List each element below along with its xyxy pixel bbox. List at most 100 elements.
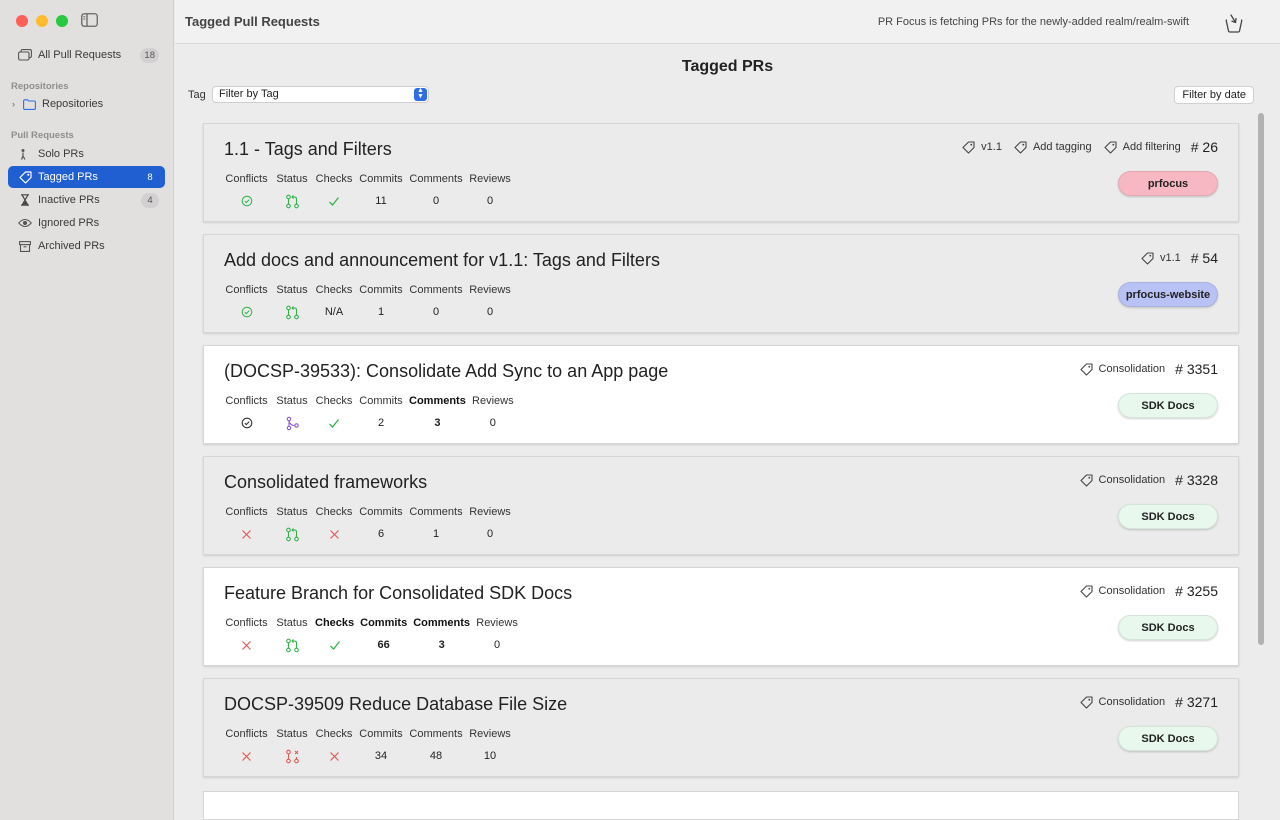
- sidebar-item-repositories[interactable]: › Repositories: [8, 93, 165, 115]
- pr-stats: Conflicts Status Checks Commits 2 Comments 3 Re…: [224, 395, 520, 430]
- stat-conflicts: Conflicts: [224, 617, 269, 652]
- pr-card[interactable]: [203, 791, 1239, 820]
- commits-value: 6: [377, 528, 385, 540]
- pr-tags: Consolidation # 3271: [1068, 694, 1218, 710]
- commits-header: Commits: [359, 395, 403, 407]
- tag-label: Consolidation: [1098, 474, 1166, 486]
- check-circle-icon: [241, 417, 252, 429]
- x-mark-icon: [242, 751, 251, 761]
- pr-stats: Conflicts Status Checks Commits 11 Comments 0 R…: [224, 173, 517, 208]
- sidebar-item-all-pull-requests[interactable]: All Pull Requests 18: [8, 44, 165, 66]
- stat-comments: Comments 48: [409, 728, 463, 763]
- commits-value: 1: [377, 306, 385, 318]
- commits-value: 11: [375, 195, 387, 207]
- zoom-window-button[interactable]: [56, 15, 68, 27]
- tag-chip[interactable]: Consolidation: [1079, 473, 1166, 487]
- checks-header: Checks: [315, 728, 353, 740]
- pr-number: # 3255: [1175, 583, 1218, 599]
- conflicts-header: Conflicts: [225, 173, 268, 185]
- tag-icon: [18, 170, 32, 184]
- tag-label: Consolidation: [1098, 585, 1166, 597]
- pull-requests-section-header: Pull Requests: [11, 130, 74, 141]
- pr-card[interactable]: (DOCSP-39533): Consolidate Add Sync to a…: [203, 345, 1239, 444]
- close-window-button[interactable]: [16, 15, 28, 27]
- tag-filter-select[interactable]: Filter by Tag ▲ ▼: [212, 86, 429, 103]
- stat-commits: Commits 1: [359, 284, 403, 319]
- stat-status: Status: [275, 173, 309, 208]
- tag-chip[interactable]: Add filtering: [1104, 140, 1181, 154]
- status-header: Status: [276, 173, 308, 185]
- repo-badge[interactable]: SDK Docs: [1118, 504, 1218, 529]
- status-header: Status: [276, 284, 308, 296]
- stat-commits: Commits 2: [359, 395, 403, 430]
- tag-label: Add filtering: [1122, 141, 1181, 153]
- checks-header: Checks: [315, 395, 353, 407]
- stat-reviews: Reviews 10: [469, 728, 511, 763]
- stat-comments: Comments 1: [409, 506, 463, 541]
- pr-card[interactable]: 1.1 - Tags and Filters Conflicts Status Che…: [203, 123, 1239, 222]
- folder-icon: [22, 97, 36, 111]
- tag-chip[interactable]: v1.1: [962, 140, 1002, 154]
- pr-title[interactable]: DOCSP-39509 Reduce Database File Size: [224, 694, 567, 715]
- pr-title[interactable]: Consolidated frameworks: [224, 472, 427, 493]
- pr-stats: Conflicts Status Checks Commits 34 Comments 48…: [224, 728, 517, 763]
- tag-chip[interactable]: Consolidation: [1079, 362, 1165, 376]
- stat-comments: Comments 3: [413, 617, 470, 652]
- conflicts-header: Conflicts: [225, 617, 268, 629]
- stat-status: Status: [275, 506, 309, 541]
- sidebar-item-ignored-prs[interactable]: Ignored PRs: [8, 212, 165, 234]
- chevron-right-icon[interactable]: ›: [12, 99, 18, 109]
- sidebar-item-tagged-prs[interactable]: Tagged PRs 8: [8, 166, 165, 188]
- pr-card[interactable]: Add docs and announcement for v1.1: Tags…: [203, 234, 1239, 333]
- repo-badge[interactable]: prfocus: [1118, 171, 1218, 196]
- minimize-window-button[interactable]: [36, 15, 48, 27]
- pr-title[interactable]: (DOCSP-39533): Consolidate Add Sync to a…: [224, 361, 668, 382]
- pr-open-icon: [285, 527, 299, 541]
- tag-chip[interactable]: v1.1: [1141, 251, 1181, 265]
- sidebar-toggle-icon[interactable]: [81, 13, 98, 27]
- pr-card[interactable]: DOCSP-39509 Reduce Database File Size Con…: [203, 678, 1239, 777]
- pr-title[interactable]: Add docs and announcement for v1.1: Tags…: [224, 250, 660, 271]
- stat-comments: Comments 0: [409, 173, 463, 208]
- sidebar-item-inactive-prs[interactable]: Inactive PRs 4: [8, 189, 165, 211]
- repo-badge[interactable]: prfocus-website: [1118, 282, 1218, 307]
- pr-stats: Conflicts Status Checks Commits 6 Comments 1 Re…: [224, 506, 517, 541]
- reviews-value: 10: [483, 750, 497, 762]
- checkmark-icon: [329, 640, 340, 650]
- sidebar-item-archived-prs[interactable]: Archived PRs: [8, 235, 165, 257]
- stat-conflicts: Conflicts: [224, 506, 269, 541]
- repo-badge[interactable]: SDK Docs: [1118, 726, 1218, 751]
- x-mark-icon: [329, 529, 339, 539]
- pr-title[interactable]: 1.1 - Tags and Filters: [224, 139, 392, 160]
- status-header: Status: [276, 617, 308, 629]
- stat-checks: Checks: [315, 728, 353, 763]
- chevron-up-down-icon: ▲ ▼: [414, 87, 427, 101]
- reviews-header: Reviews: [469, 728, 511, 740]
- sidebar-item-solo-prs[interactable]: Solo PRs: [8, 143, 165, 165]
- pr-card[interactable]: Feature Branch for Consolidated SDK Docs…: [203, 567, 1239, 666]
- tag-chip[interactable]: Add tagging: [1014, 140, 1092, 154]
- tag-chip[interactable]: Consolidation: [1079, 584, 1166, 598]
- x-mark-icon: [242, 640, 251, 650]
- commits-value: 2: [377, 417, 385, 429]
- pr-title[interactable]: Feature Branch for Consolidated SDK Docs: [224, 583, 572, 604]
- titlebar: Tagged Pull Requests PR Focus is fetchin…: [175, 0, 1280, 44]
- scrollbar-thumb[interactable]: [1258, 113, 1264, 645]
- pr-card[interactable]: Consolidated frameworks Conflicts Status Ch…: [203, 456, 1239, 555]
- commits-header: Commits: [359, 284, 403, 296]
- tag-icon: [1141, 251, 1154, 265]
- status-header: Status: [276, 395, 308, 407]
- stat-comments: Comments 0: [409, 284, 463, 319]
- stat-reviews: Reviews 0: [469, 173, 511, 208]
- page-title: Tagged PRs: [681, 58, 774, 75]
- repo-badge[interactable]: SDK Docs: [1118, 615, 1218, 640]
- pr-closed-icon: [285, 749, 299, 763]
- eye-icon: [18, 216, 32, 230]
- sidebar-item-label: Repositories: [42, 98, 104, 110]
- repo-badge[interactable]: SDK Docs: [1118, 393, 1218, 418]
- filter-by-date-button[interactable]: Filter by date: [1174, 86, 1254, 104]
- tag-chip[interactable]: Consolidation: [1079, 695, 1165, 709]
- stat-reviews: Reviews 0: [469, 506, 511, 541]
- reviews-value: 0: [486, 195, 494, 207]
- download-tray-icon[interactable]: [1223, 12, 1245, 34]
